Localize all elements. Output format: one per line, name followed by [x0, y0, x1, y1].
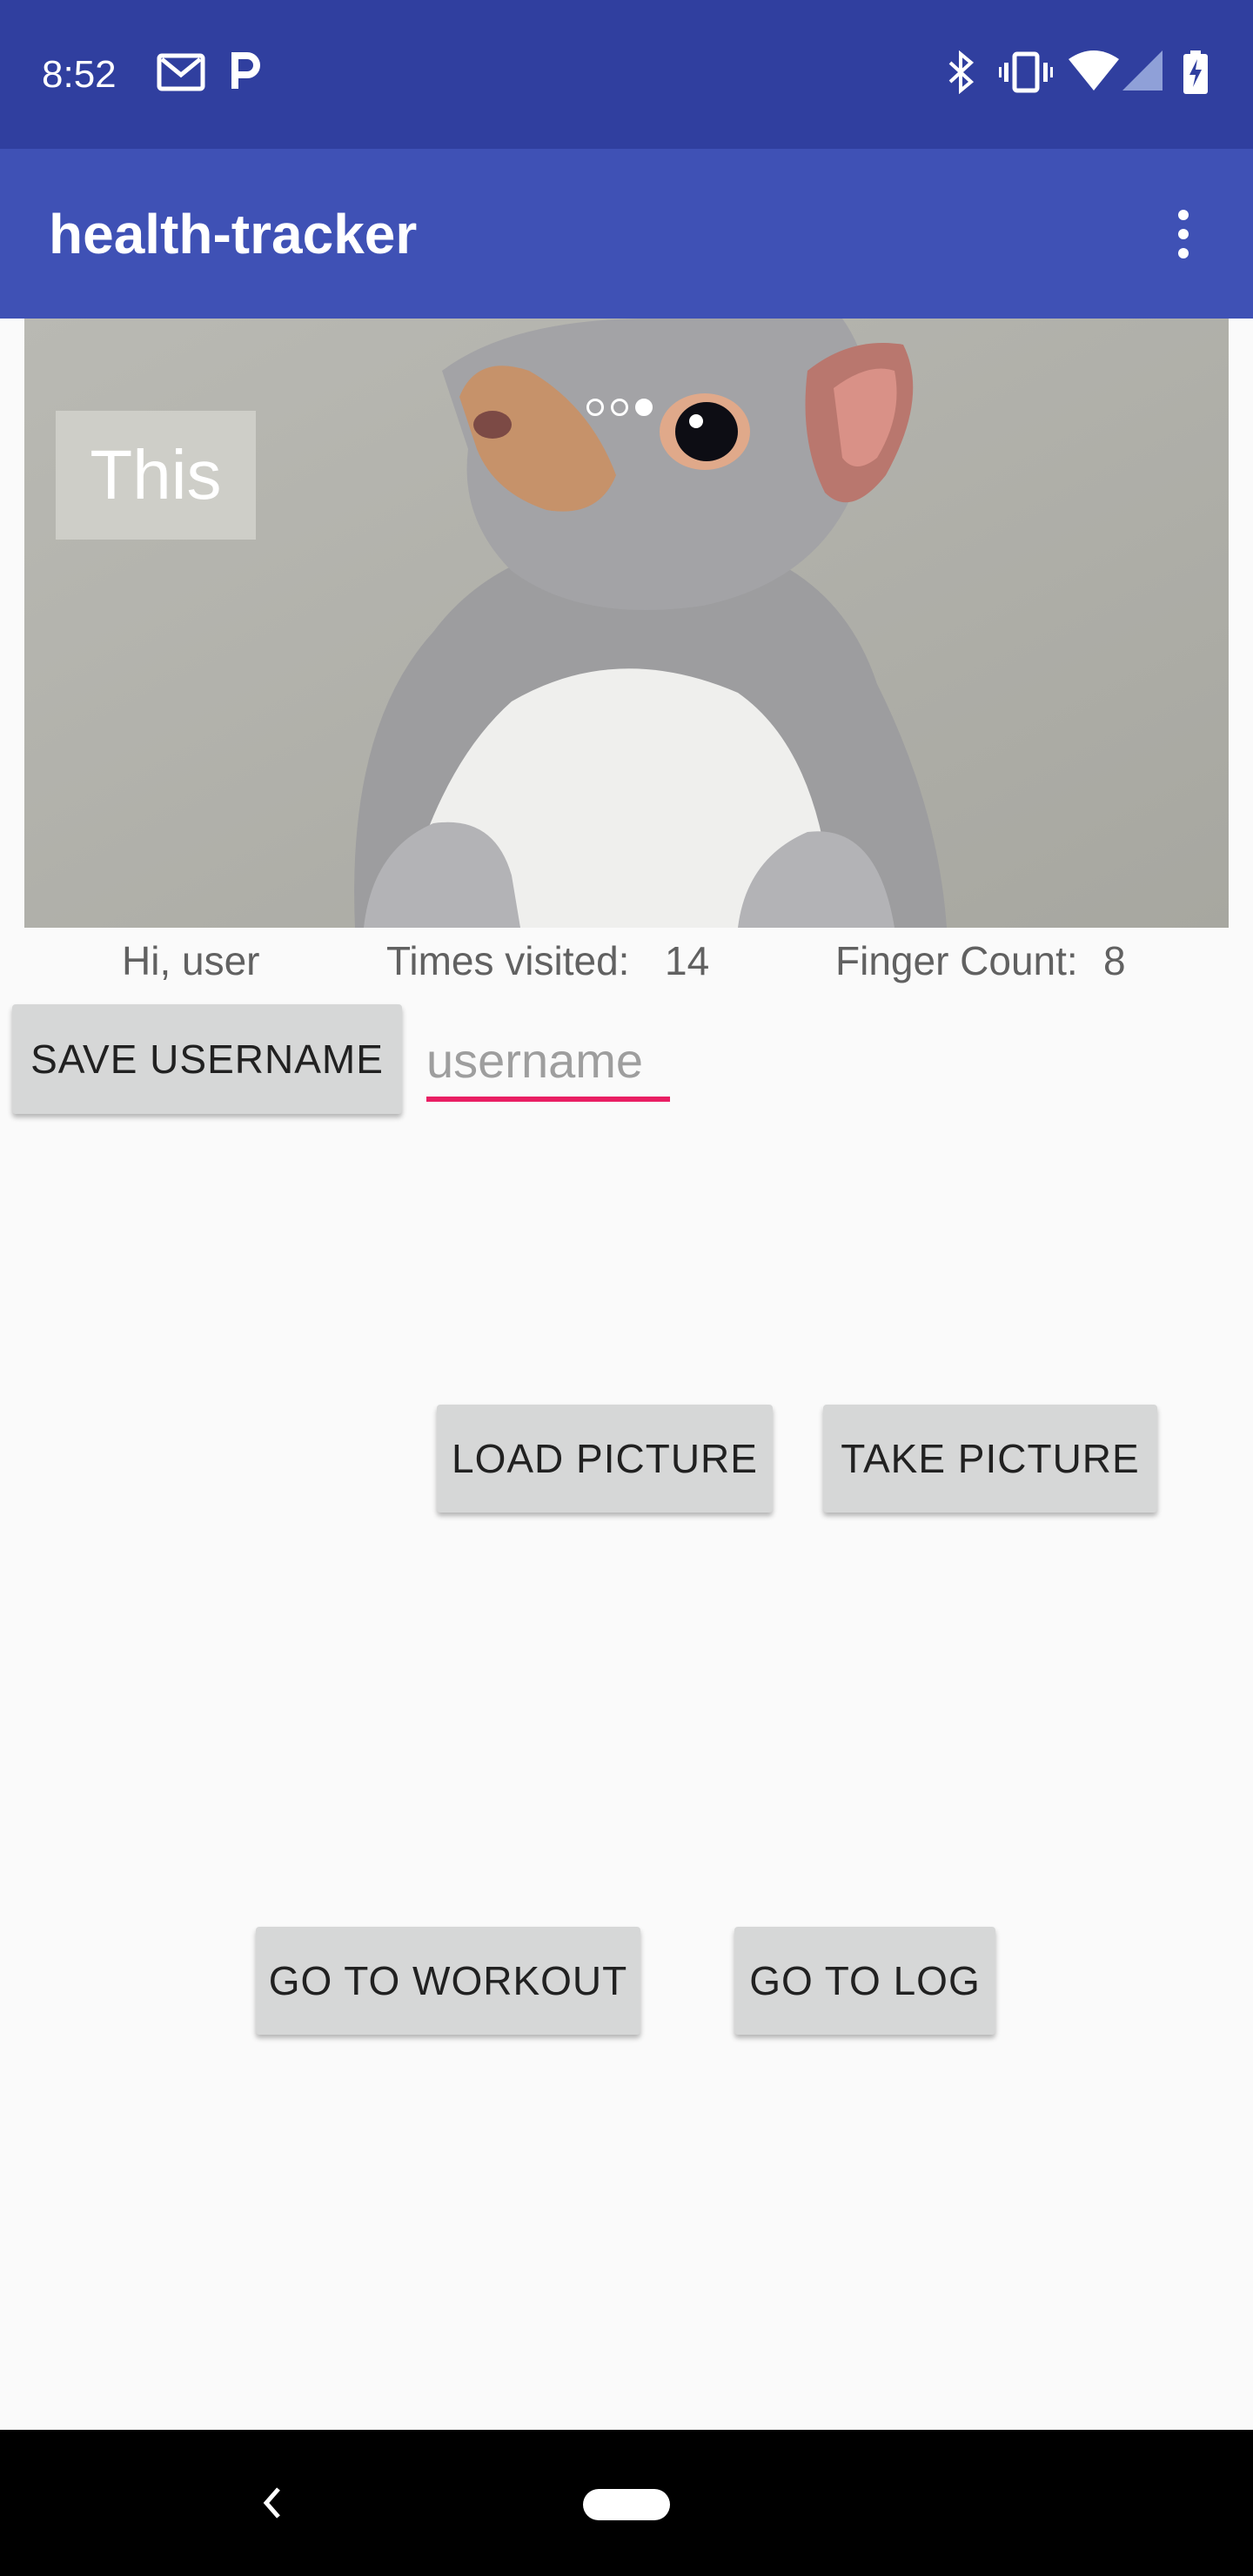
take-picture-button[interactable]: TAKE PICTURE	[823, 1405, 1157, 1513]
system-navigation-bar	[0, 2430, 1253, 2576]
carousel-caption: This	[56, 411, 256, 540]
username-input-underline	[426, 1097, 670, 1102]
status-time: 8:52	[42, 53, 117, 96]
signal-icon	[1122, 50, 1164, 97]
finger-count-label: Finger Count:	[835, 938, 1078, 983]
finger-count-value: 8	[1103, 938, 1126, 983]
wifi-icon	[1069, 50, 1119, 97]
vibrate-icon	[999, 50, 1053, 98]
image-carousel[interactable]: This	[24, 319, 1229, 928]
times-visited-value: 14	[665, 938, 710, 983]
carousel-dot-2[interactable]	[611, 399, 628, 416]
status-bar: 8:52	[0, 0, 1253, 149]
app-title: health-tracker	[49, 203, 418, 265]
load-picture-button[interactable]: LOAD PICTURE	[437, 1405, 773, 1513]
greeting-text: Hi, user	[122, 938, 260, 983]
overflow-menu-icon[interactable]	[1157, 201, 1209, 267]
back-icon[interactable]	[258, 2482, 285, 2528]
gmail-icon	[157, 50, 205, 97]
username-input[interactable]	[426, 1020, 670, 1100]
carousel-dot-1[interactable]	[586, 399, 604, 416]
carousel-page-indicator	[586, 395, 673, 419]
app-bar: health-tracker	[0, 149, 1253, 319]
parking-icon	[230, 50, 261, 97]
carousel-caption-text: This	[90, 436, 222, 513]
times-visited-label: Times visited:	[386, 938, 630, 983]
screen: 8:52 health-tracker This Hi, user Times …	[0, 0, 1253, 2576]
go-to-workout-button[interactable]: GO TO WORKOUT	[256, 1927, 640, 2035]
battery-charging-icon	[1182, 50, 1209, 98]
bluetooth-icon	[945, 50, 976, 98]
save-username-button[interactable]: SAVE USERNAME	[12, 1004, 402, 1114]
go-to-log-button[interactable]: GO TO LOG	[734, 1927, 995, 2035]
home-pill-icon[interactable]	[583, 2489, 670, 2520]
carousel-dot-3[interactable]	[635, 399, 653, 416]
